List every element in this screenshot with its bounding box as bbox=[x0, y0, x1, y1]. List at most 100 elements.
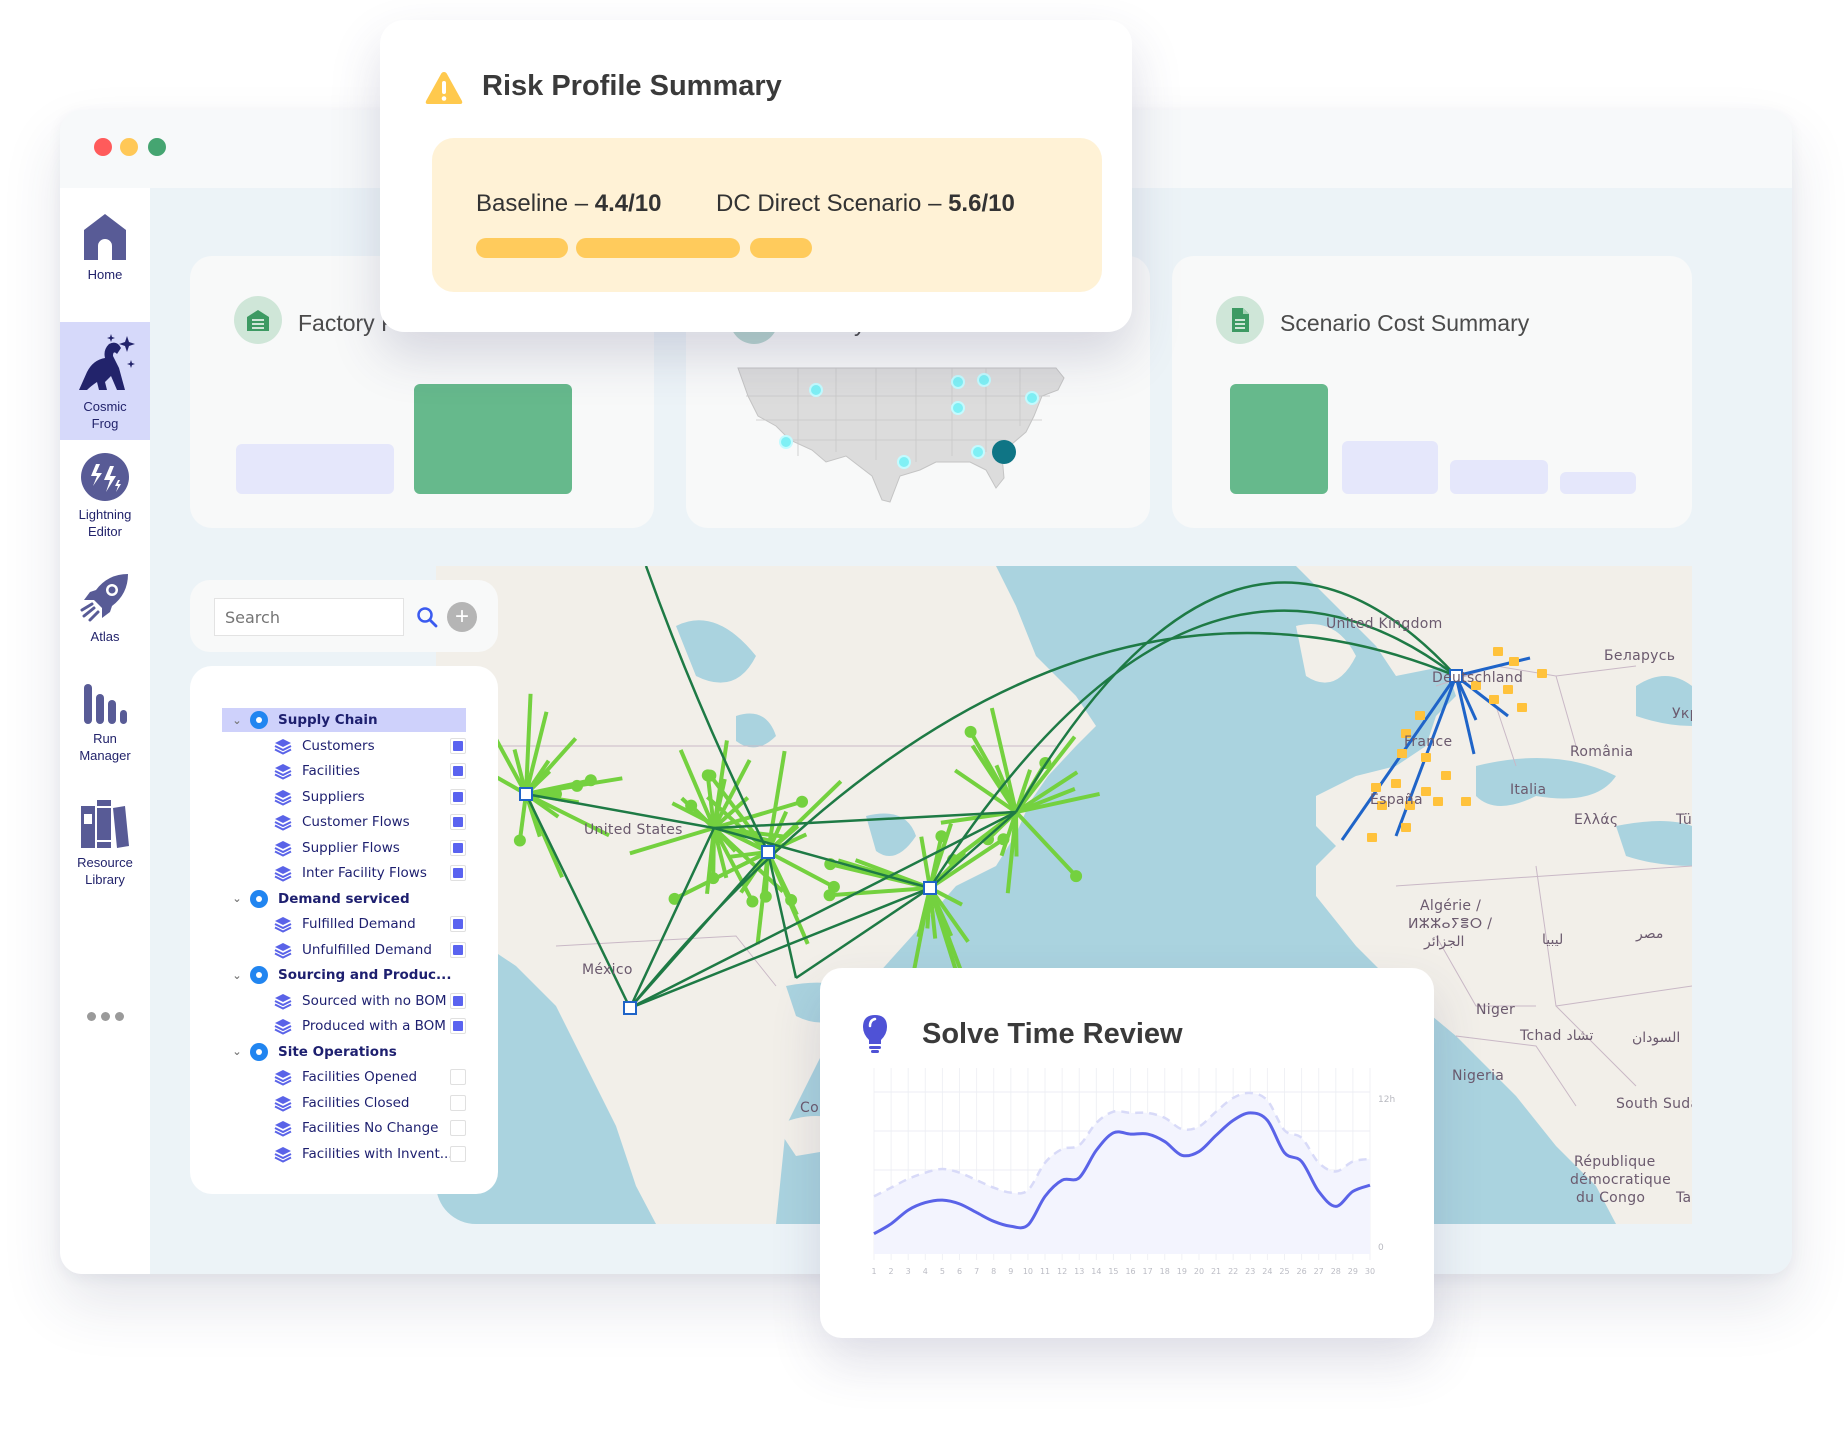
search-button[interactable] bbox=[412, 602, 442, 632]
facility-marker[interactable] bbox=[519, 787, 533, 801]
sidebar-item-run-manager[interactable]: Run Manager bbox=[60, 682, 150, 782]
customer-marker[interactable] bbox=[796, 795, 809, 808]
layer-visibility-checkbox[interactable] bbox=[450, 788, 466, 805]
eu-site-marker[interactable] bbox=[1493, 647, 1503, 656]
eu-site-marker[interactable] bbox=[1509, 657, 1519, 666]
eu-site-marker[interactable] bbox=[1415, 711, 1425, 720]
eu-site-marker[interactable] bbox=[1397, 749, 1407, 758]
layer-visibility-checkbox[interactable] bbox=[450, 865, 466, 881]
layer-visibility-checkbox[interactable] bbox=[450, 1069, 466, 1085]
eu-site-marker[interactable] bbox=[1461, 797, 1471, 806]
chevron-down-icon[interactable]: ⌄ bbox=[228, 1045, 246, 1058]
eu-site-marker[interactable] bbox=[1367, 833, 1377, 842]
layer-visibility-checkbox[interactable] bbox=[450, 1120, 466, 1136]
sidebar-item-label: Lightning Editor bbox=[78, 507, 132, 539]
close-window-button[interactable] bbox=[94, 138, 112, 156]
layer-label: Customers bbox=[302, 737, 375, 754]
facility-marker[interactable] bbox=[761, 845, 775, 859]
scenario-cost-summary-card[interactable]: Scenario Cost Summary bbox=[1172, 256, 1692, 528]
customer-marker[interactable] bbox=[513, 834, 526, 847]
sidebar-item-label: Resource Library bbox=[77, 855, 133, 887]
more-dots-icon[interactable] bbox=[87, 1012, 124, 1021]
eu-site-marker[interactable] bbox=[1537, 669, 1547, 678]
map-site-marker[interactable] bbox=[897, 455, 911, 469]
search-input[interactable] bbox=[214, 598, 404, 636]
map-label: démocratique bbox=[1570, 1172, 1672, 1188]
layer-visibility-checkbox[interactable] bbox=[450, 1094, 466, 1111]
map-site-marker[interactable] bbox=[977, 373, 991, 387]
layer-visibility-checkbox[interactable] bbox=[450, 1145, 466, 1162]
facility-marker[interactable] bbox=[623, 1001, 637, 1015]
layer-visibility-checkbox[interactable] bbox=[450, 992, 466, 1009]
customer-marker[interactable] bbox=[935, 830, 948, 843]
layer-visibility-checkbox[interactable] bbox=[450, 1018, 466, 1034]
eu-site-marker[interactable] bbox=[1421, 753, 1431, 762]
layer-item[interactable]: Inter Facility Flows bbox=[222, 861, 466, 885]
layer-item[interactable]: Produced with a BOM bbox=[222, 1014, 466, 1038]
layer-item[interactable]: Sourced with no BOM bbox=[222, 989, 466, 1013]
layer-group[interactable]: ⌄ Site Operations bbox=[222, 1040, 466, 1064]
bar bbox=[1230, 384, 1328, 494]
layer-group[interactable]: ⌄ Demand serviced bbox=[222, 887, 466, 911]
layer-visibility-checkbox[interactable] bbox=[450, 737, 466, 754]
sidebar-item-resource-library[interactable]: Resource Library bbox=[60, 798, 150, 908]
x-tick-label: 2 bbox=[889, 1267, 894, 1276]
eu-site-marker[interactable] bbox=[1517, 703, 1527, 712]
facility-marker[interactable] bbox=[923, 881, 937, 895]
layer-item[interactable]: Facilities No Change bbox=[222, 1116, 466, 1140]
customer-marker[interactable] bbox=[827, 880, 840, 893]
map-site-marker[interactable] bbox=[992, 440, 1016, 464]
layer-label: Site Operations bbox=[278, 1043, 397, 1060]
layer-item[interactable]: Customer Flows bbox=[222, 810, 466, 834]
map-site-marker[interactable] bbox=[971, 445, 985, 459]
eu-site-marker[interactable] bbox=[1401, 823, 1411, 832]
sidebar-item-lightning-editor[interactable]: Lightning Editor bbox=[60, 452, 150, 552]
layer-item[interactable]: Unfulfilled Demand bbox=[222, 938, 466, 962]
customer-marker[interactable] bbox=[584, 774, 597, 787]
eu-site-marker[interactable] bbox=[1441, 771, 1451, 780]
chevron-down-icon[interactable]: ⌄ bbox=[228, 892, 246, 905]
eu-site-marker[interactable] bbox=[1391, 779, 1401, 788]
x-tick-label: 3 bbox=[906, 1267, 911, 1276]
layer-visibility-checkbox[interactable] bbox=[450, 916, 466, 932]
layer-item[interactable]: Fulfilled Demand bbox=[222, 912, 466, 936]
layer-item[interactable]: Facilities Opened bbox=[222, 1065, 466, 1089]
customer-marker[interactable] bbox=[1070, 870, 1083, 883]
chevron-down-icon[interactable]: ⌄ bbox=[228, 969, 246, 982]
layer-visibility-checkbox[interactable] bbox=[450, 839, 466, 856]
layer-item[interactable]: Facilities Closed bbox=[222, 1091, 466, 1115]
sidebar-item-home[interactable]: Home bbox=[60, 212, 150, 294]
layer-item[interactable]: Facilities with Invent... bbox=[222, 1142, 466, 1166]
minimize-window-button[interactable] bbox=[120, 138, 138, 156]
layer-item[interactable]: Customers bbox=[222, 734, 466, 758]
map-site-marker[interactable] bbox=[809, 383, 823, 397]
layer-item[interactable]: Suppliers bbox=[222, 785, 466, 809]
customer-marker[interactable] bbox=[746, 895, 759, 908]
customer-marker[interactable] bbox=[964, 725, 977, 738]
books-icon bbox=[81, 800, 129, 848]
add-layer-button[interactable]: + bbox=[447, 602, 477, 632]
map-label: Deutschland bbox=[1432, 670, 1524, 686]
eu-site-marker[interactable] bbox=[1433, 797, 1443, 806]
layer-group[interactable]: ⌄ Sourcing and Produc... bbox=[222, 963, 466, 987]
map-site-marker[interactable] bbox=[951, 375, 965, 389]
layer-visibility-checkbox[interactable] bbox=[450, 763, 466, 779]
layer-label: Sourced with no BOM bbox=[302, 992, 447, 1009]
eu-site-marker[interactable] bbox=[1371, 783, 1381, 792]
sidebar-item-atlas[interactable]: Atlas bbox=[60, 570, 150, 656]
layer-visibility-checkbox[interactable] bbox=[450, 941, 466, 958]
layer-group[interactable]: ⌄ Supply Chain bbox=[222, 708, 466, 732]
x-tick-label: 16 bbox=[1125, 1267, 1135, 1276]
maximize-window-button[interactable] bbox=[148, 138, 166, 156]
chevron-down-icon[interactable]: ⌄ bbox=[228, 714, 246, 727]
map-site-marker[interactable] bbox=[1025, 391, 1039, 405]
eu-site-marker[interactable] bbox=[1503, 685, 1513, 694]
eu-site-marker[interactable] bbox=[1489, 695, 1499, 704]
map-site-marker[interactable] bbox=[951, 401, 965, 415]
map-site-marker[interactable] bbox=[779, 435, 793, 449]
layer-item[interactable]: Supplier Flows bbox=[222, 836, 466, 860]
sidebar-item-cosmic-frog[interactable]: Cosmic Frog bbox=[60, 322, 150, 440]
customer-marker[interactable] bbox=[704, 769, 717, 782]
layer-visibility-checkbox[interactable] bbox=[450, 814, 466, 830]
layer-item[interactable]: Facilities bbox=[222, 759, 466, 783]
